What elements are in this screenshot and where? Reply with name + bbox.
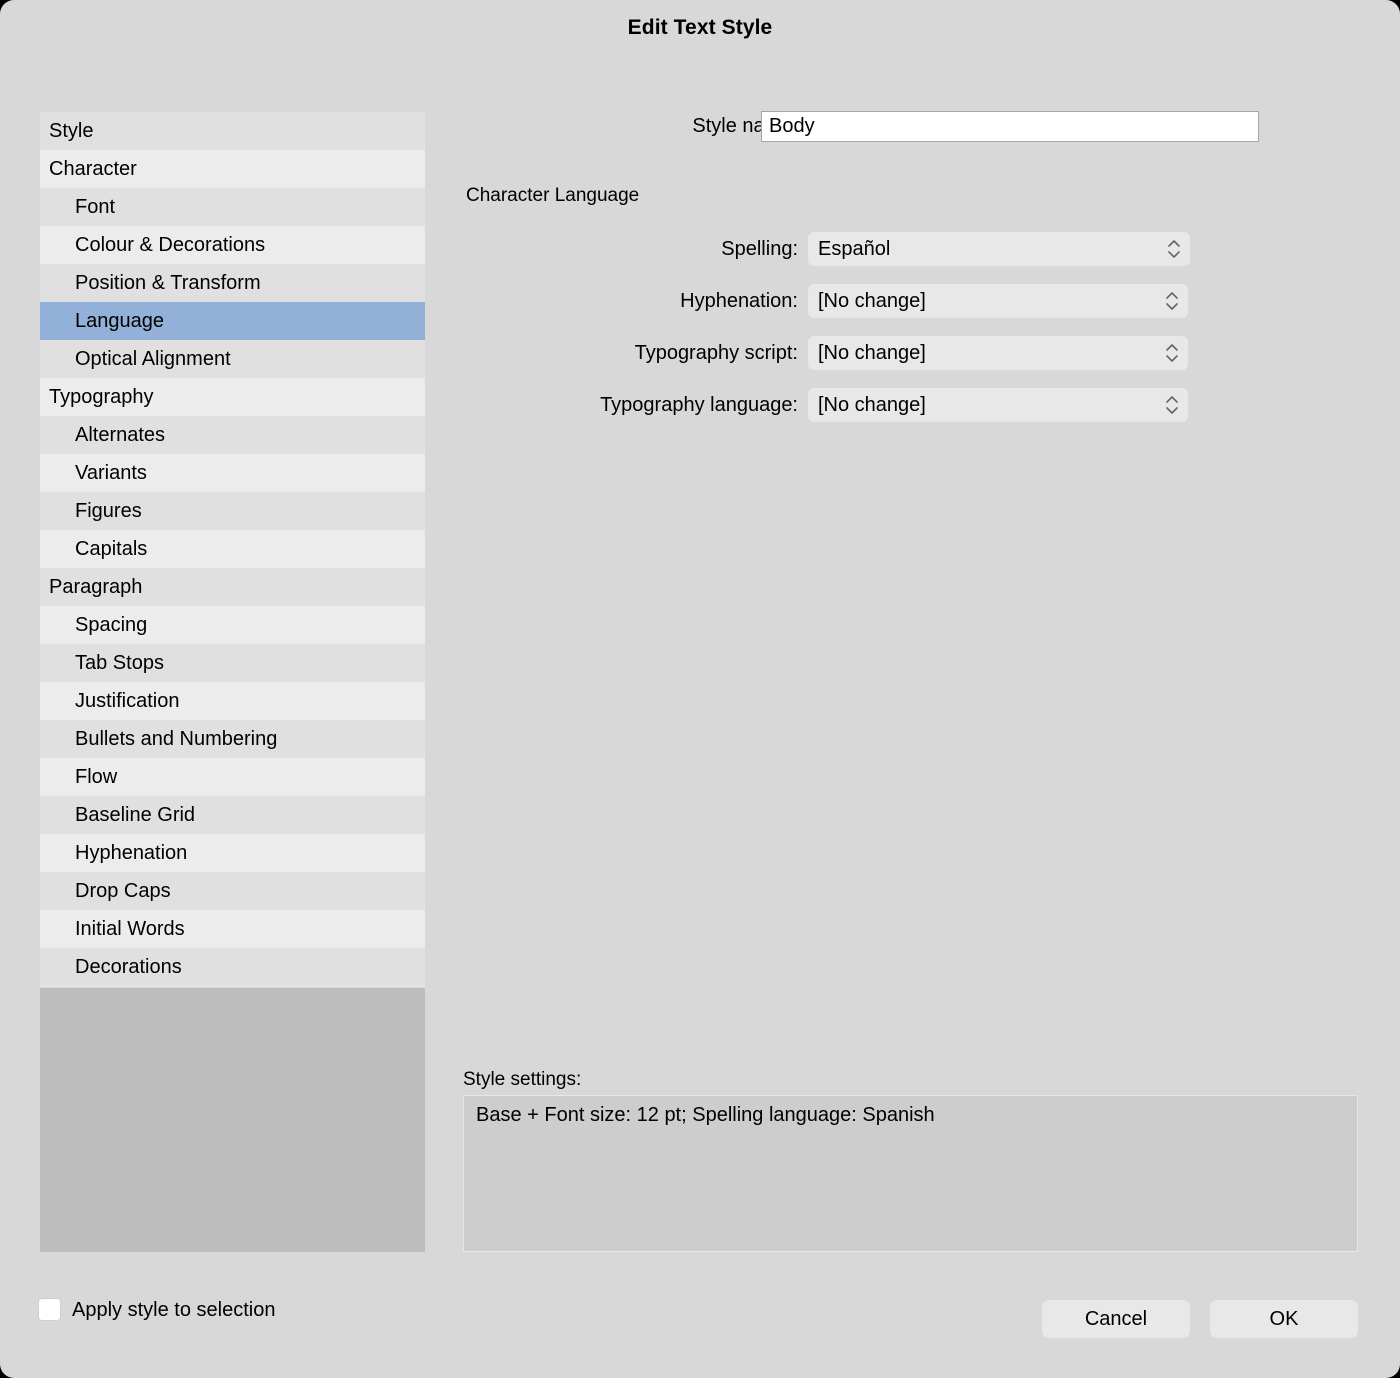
sidebar-item-label: Tab Stops	[75, 652, 164, 674]
typography-script-popup-button[interactable]: [No change]	[808, 336, 1188, 370]
chevron-up-down-icon	[1167, 238, 1181, 260]
sidebar-item-label: Drop Caps	[75, 880, 171, 902]
chevron-up-down-icon	[1165, 290, 1179, 312]
sidebar-item-decorations[interactable]: Decorations	[40, 948, 425, 986]
style-settings-label: Style settings:	[463, 1069, 582, 1090]
sidebar-item-label: Character	[49, 158, 137, 180]
apply-style-checkbox[interactable]	[38, 1298, 61, 1321]
sidebar-item-initial-words[interactable]: Initial Words	[40, 910, 425, 948]
style-settings-text: Base + Font size: 12 pt; Spelling langua…	[476, 1104, 935, 1126]
ok-button[interactable]: OK	[1210, 1300, 1358, 1338]
typography-script-label: Typography script:	[634, 342, 798, 364]
sidebar-item-flow[interactable]: Flow	[40, 758, 425, 796]
sidebar-item-label: Flow	[75, 766, 118, 788]
sidebar-item-baseline-grid[interactable]: Baseline Grid	[40, 796, 425, 834]
edit-text-style-dialog: Edit Text Style Style Character Font Colour…	[0, 0, 1400, 1378]
typography-language-label: Typography language:	[600, 394, 798, 416]
character-language-heading: Character Language	[466, 185, 640, 206]
sidebar-item-label: Alternates	[75, 424, 166, 446]
spelling-label: Spelling:	[721, 238, 798, 260]
sidebar-item-figures[interactable]: Figures	[40, 492, 425, 530]
sidebar-item-label: Figures	[75, 500, 142, 522]
sidebar-item-capitals[interactable]: Capitals	[40, 530, 425, 568]
sidebar-item-label: Baseline Grid	[75, 804, 196, 826]
sidebar-item-paragraph[interactable]: Paragraph	[40, 568, 425, 606]
sidebar-item-drop-caps[interactable]: Drop Caps	[40, 872, 425, 910]
hyphenation-label: Hyphenation:	[680, 290, 798, 312]
field-row-spelling: Spelling: Español	[0, 232, 1400, 270]
typography-language-value: [No change]	[818, 394, 926, 416]
chevron-up-down-icon	[1165, 394, 1179, 416]
sidebar-item-tab-stops[interactable]: Tab Stops	[40, 644, 425, 682]
sidebar-item-label: Hyphenation	[75, 842, 188, 864]
style-name-input[interactable]	[761, 111, 1259, 142]
style-preview-pane	[40, 988, 425, 1252]
apply-style-label: Apply style to selection	[72, 1299, 276, 1321]
field-row-hyphenation: Hyphenation: [No change]	[0, 284, 1400, 322]
sidebar-item-label: Spacing	[75, 614, 148, 636]
sidebar-item-label: Font	[75, 196, 116, 218]
page-title: Edit Text Style	[627, 16, 773, 39]
sidebar-item-label: Decorations	[75, 956, 182, 978]
dialog-title-bar: Edit Text Style	[0, 0, 1400, 60]
sidebar-item-spacing[interactable]: Spacing	[40, 606, 425, 644]
sidebar-item-label: Initial Words	[75, 918, 185, 940]
sidebar-item-hyphenation[interactable]: Hyphenation	[40, 834, 425, 872]
sidebar-item-justification[interactable]: Justification	[40, 682, 425, 720]
sidebar-item-variants[interactable]: Variants	[40, 454, 425, 492]
cancel-button[interactable]: Cancel	[1042, 1300, 1190, 1338]
field-row-typography-language: Typography language: [No change]	[0, 388, 1400, 426]
spelling-popup-button[interactable]: Español	[808, 232, 1190, 266]
field-row-typography-script: Typography script: [No change]	[0, 336, 1400, 374]
sidebar-item-label: Paragraph	[49, 576, 143, 598]
style-settings-box: Base + Font size: 12 pt; Spelling langua…	[463, 1095, 1358, 1252]
sidebar-item-label: Style	[49, 120, 94, 142]
sidebar-item-font[interactable]: Font	[40, 188, 425, 226]
hyphenation-value: [No change]	[818, 290, 926, 312]
hyphenation-popup-button[interactable]: [No change]	[808, 284, 1188, 318]
sidebar-item-style[interactable]: Style	[40, 112, 425, 150]
sidebar-item-character[interactable]: Character	[40, 150, 425, 188]
sidebar-item-label: Bullets and Numbering	[75, 728, 278, 750]
sidebar-item-label: Justification	[75, 690, 180, 712]
sidebar-item-label: Capitals	[75, 538, 148, 560]
typography-script-value: [No change]	[818, 342, 926, 364]
spelling-value: Español	[818, 238, 891, 260]
typography-language-popup-button[interactable]: [No change]	[808, 388, 1188, 422]
sidebar-item-label: Variants	[75, 462, 147, 484]
sidebar-item-bullets-and-numbering[interactable]: Bullets and Numbering	[40, 720, 425, 758]
chevron-up-down-icon	[1165, 342, 1179, 364]
